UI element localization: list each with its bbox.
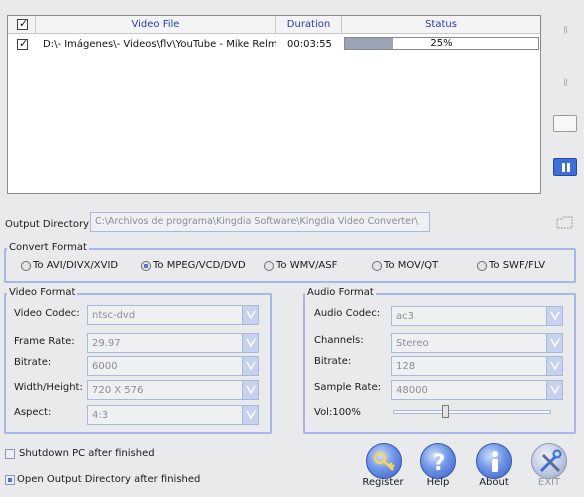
grip-icon [564,79,567,86]
stop-button[interactable] [553,115,577,132]
chevron-down-icon[interactable] [242,306,258,324]
chevron-down-icon[interactable] [546,307,562,325]
volume-slider-track[interactable] [393,410,551,414]
key-icon [373,451,395,471]
register-button[interactable] [366,443,402,479]
radio-swf-label[interactable]: To SWF/FLV [489,260,545,272]
help-button[interactable]: ? [420,443,456,479]
folder-icon [556,216,573,229]
grip-icon [564,26,567,33]
radio-avi-label[interactable]: To AVI/DIVX/XVID [33,260,118,272]
radio-mov[interactable] [372,261,382,271]
audio-format-title: Audio Format [305,287,376,298]
aspect-select[interactable]: 4:3 [87,405,259,425]
video-codec-value: ntsc-dvd [92,310,136,321]
channels-value: Stereo [396,338,429,349]
open-dir-checkbox[interactable] [5,475,15,485]
open-dir-label[interactable]: Open Output Directory after finished [17,474,200,486]
convert-format-title: Convert Format [7,242,89,253]
info-icon [492,451,498,472]
select-all-checkbox[interactable]: ✓ [17,17,29,30]
video-codec-label: Video Codec: [14,308,80,319]
volume-slider-thumb[interactable] [441,405,449,418]
radio-wmv-label[interactable]: To WMV/ASF [276,260,337,272]
video-format-title: Video Format [7,287,78,298]
sample-rate-select[interactable]: 48000 [391,380,563,400]
video-bitrate-select[interactable]: 6000 [87,356,259,376]
chevron-down-icon[interactable] [546,357,562,375]
chevron-down-icon[interactable] [242,381,258,399]
pause-button[interactable] [553,158,577,176]
output-directory-field[interactable]: C:\Archivos de programa\Kingdia Software… [90,212,430,232]
video-bitrate-label: Bitrate: [14,357,52,368]
row-duration: 00:03:55 [287,39,332,50]
radio-mpeg[interactable] [141,261,151,271]
aspect-value: 4:3 [92,410,109,421]
width-height-select[interactable]: 720 X 576 [87,380,259,400]
row-status-text: 25% [430,38,453,49]
register-label[interactable]: Register [353,477,413,489]
width-height-label: Width/Height: [14,382,83,393]
chevron-down-icon[interactable] [546,334,562,352]
frame-rate-label: Frame Rate: [14,336,75,347]
audio-bitrate-value: 128 [396,361,416,372]
radio-mov-label[interactable]: To MOV/QT [384,260,438,272]
audio-codec-select[interactable]: ac3 [391,306,563,326]
duration-header[interactable]: Duration [276,16,342,34]
row-progress-bar: 25% [344,37,539,50]
sample-rate-value: 48000 [396,385,428,396]
volume-label: Vol:100% [314,407,361,418]
audio-codec-label: Audio Codec: [314,308,381,319]
aspect-label: Aspect: [14,407,52,418]
audio-bitrate-label: Bitrate: [314,356,352,367]
chevron-down-icon[interactable] [242,334,258,352]
question-icon: ? [433,451,446,476]
sample-rate-label: Sample Rate: [314,382,381,393]
width-height-value: 720 X 576 [92,385,144,396]
shutdown-label[interactable]: Shutdown PC after finished [19,448,155,460]
check-icon: ✓ [19,17,29,30]
file-list-table[interactable]: ✓ Video File Duration Status ✓ D:\- Imág… [7,15,541,194]
pause-icon [562,163,570,172]
channels-select[interactable]: Stereo [391,333,563,353]
status-header[interactable]: Status [342,16,540,34]
exit-label[interactable]: EXIT [519,477,579,489]
check-icon: ✓ [19,37,29,50]
about-button[interactable] [476,443,512,479]
browse-folder-button[interactable] [554,213,576,231]
frame-rate-value: 29.97 [92,338,121,349]
frame-rate-select[interactable]: 29.97 [87,333,259,353]
radio-mpeg-label[interactable]: To MPEG/VCD/DVD [153,260,246,272]
row-video-file[interactable]: D:\- Imágenes\- Videos\flv\YouTube - Mik… [43,37,276,53]
video-bitrate-value: 6000 [92,361,118,372]
exit-button[interactable] [531,443,567,479]
channels-label: Channels: [314,335,364,346]
radio-avi[interactable] [21,261,31,271]
audio-bitrate-select[interactable]: 128 [391,356,563,376]
tools-icon [539,449,562,473]
select-all-header[interactable]: ✓ [8,16,36,34]
svg-text:?: ? [433,451,446,476]
help-label[interactable]: Help [408,477,468,489]
chevron-down-icon[interactable] [546,381,562,399]
video-file-header[interactable]: Video File [36,16,276,34]
chevron-down-icon[interactable] [242,357,258,375]
radio-wmv[interactable] [264,261,274,271]
video-codec-select[interactable]: ntsc-dvd [87,305,259,325]
chevron-down-icon[interactable] [242,406,258,424]
radio-swf[interactable] [477,261,487,271]
output-directory-label: Output Directory [5,219,90,230]
about-label[interactable]: About [464,477,524,489]
row-checkbox[interactable]: ✓ [17,37,29,50]
shutdown-checkbox[interactable] [5,449,15,459]
audio-codec-value: ac3 [396,311,414,322]
